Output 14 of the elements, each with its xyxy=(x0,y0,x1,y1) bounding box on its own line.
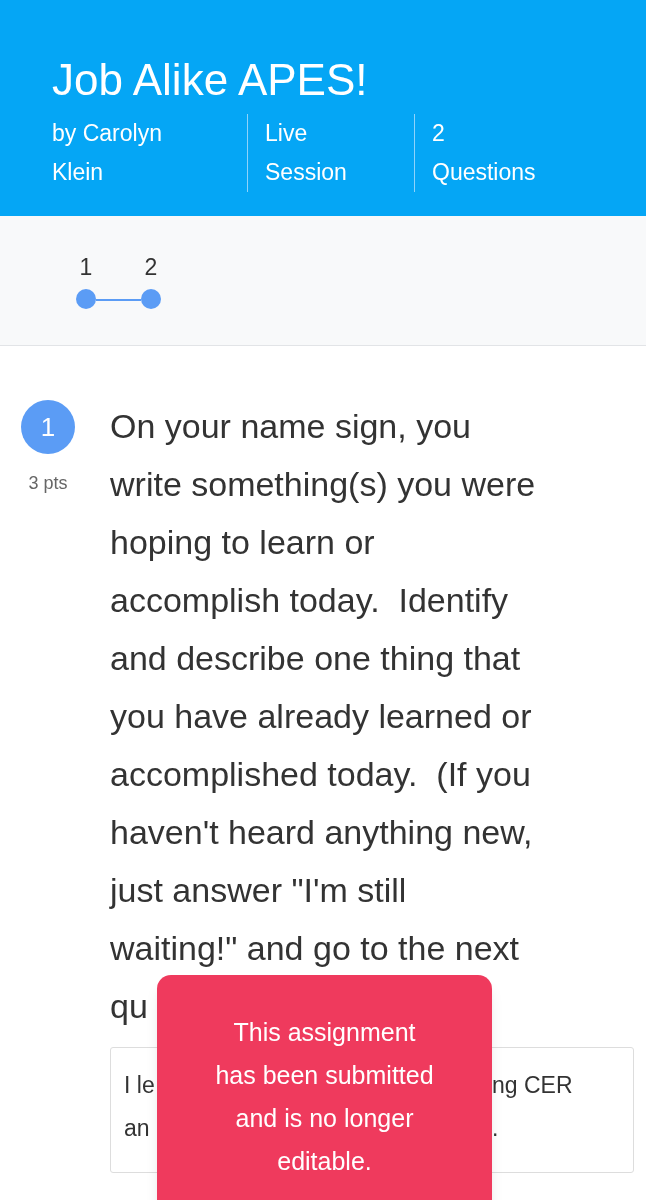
step-connector xyxy=(96,299,141,301)
meta-text: by Carolyn Klein xyxy=(52,119,162,187)
step-number[interactable]: 2 xyxy=(144,252,158,282)
answer-text: ng CER . xyxy=(492,1071,573,1143)
submitted-toast: This assignment has been submitted and is no longer editable. xyxy=(157,975,492,1200)
points-label: 3 pts xyxy=(28,472,68,495)
assignment-title: Job Alike APES! xyxy=(52,54,369,106)
meta-text: 2 Questions xyxy=(432,119,536,187)
question-text: qu xyxy=(110,986,148,1027)
answer-text: I le xyxy=(124,1071,155,1100)
step-number[interactable]: 1 xyxy=(79,252,93,282)
meta-text: Live Session xyxy=(265,119,347,187)
answer-text: an xyxy=(124,1114,150,1143)
question-number-badge: 1 xyxy=(21,400,75,454)
